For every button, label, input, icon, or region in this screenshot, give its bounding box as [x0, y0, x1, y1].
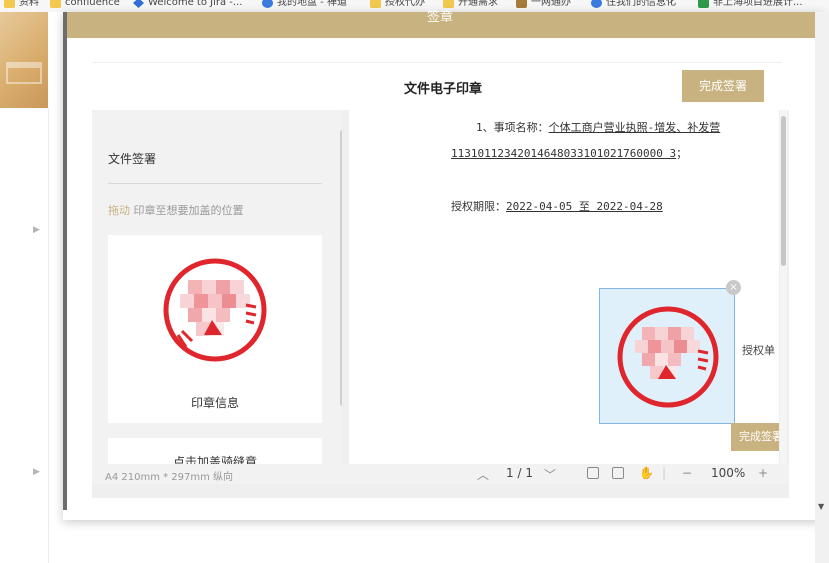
document-line: 11310112342014648033101021760000 3； [451, 147, 688, 160]
bookmark-item[interactable]: 一网通办 [516, 0, 571, 9]
document-side-text: 授权单 [742, 344, 775, 357]
scroll-down-icon[interactable]: ▼ [818, 502, 824, 511]
divider [108, 183, 322, 184]
signing-sidepanel: 文件签署 拖动 印章至想要加盖的位置 印章信息 点击加盖骑缝章 [92, 110, 342, 464]
modal-frame-left [63, 38, 67, 510]
folder-icon [370, 0, 381, 8]
scrollbar-thumb[interactable] [781, 116, 786, 266]
drag-hint: 拖动 印章至想要加盖的位置 [108, 204, 244, 217]
finish-signing-small-button[interactable]: 完成签署 [731, 423, 779, 451]
page-scrollbar[interactable]: ▼ [815, 12, 829, 563]
fit-page-icon[interactable] [612, 467, 624, 479]
placed-seal[interactable] [599, 288, 735, 424]
chevron-right-icon[interactable]: ▶ [33, 467, 40, 477]
toolbar-separator: | [662, 466, 667, 480]
globe-icon [591, 0, 602, 8]
document-line: 1、事项名称：个体工商户营业执照-增发、补发营 [476, 121, 721, 134]
bookmark-item[interactable]: 住我们的信息化 [591, 0, 676, 9]
document-page: 1、事项名称：个体工商户营业执照-增发、补发营 1131011234201464… [349, 110, 779, 464]
background-banner-image [0, 12, 48, 108]
bookmark-item[interactable]: 资料 [4, 0, 39, 9]
fit-width-icon[interactable] [587, 467, 599, 479]
seal-card[interactable]: 印章信息 [108, 235, 322, 423]
globe-icon [262, 0, 273, 8]
modal-header: 签章 [63, 10, 823, 38]
bookmark-item[interactable]: 授权代办 [370, 0, 425, 9]
page-indicator: 1 / 1 [506, 466, 533, 480]
zoom-in-icon[interactable]: + [758, 466, 768, 480]
seal-card-label: 印章信息 [190, 396, 239, 410]
sidepanel-scrollbar[interactable] [340, 130, 342, 406]
chevron-down-icon[interactable]: ﹀ [544, 466, 556, 483]
paper-size-label: A4 210mm * 297mm 纵向 [105, 472, 234, 483]
remove-seal-icon[interactable]: × [726, 280, 741, 295]
seal-image [617, 306, 719, 408]
bookmark-item[interactable]: 非上海项目进展计... [698, 0, 803, 9]
bookmark-item[interactable]: 我的地盘 - 禅道 [262, 0, 347, 9]
chevron-up-icon[interactable]: ︿ [477, 466, 489, 483]
viewer-toolbar: A4 210mm * 297mm 纵向 ︿ 1 / 1 ﹀ ✋ | − 100%… [92, 464, 789, 484]
document-line: 授权期限：2022-04-05 至 2022-04-28 [451, 200, 663, 213]
zoom-level: 100% [711, 466, 746, 480]
zoom-out-icon[interactable]: − [682, 466, 692, 480]
stitch-seal-label: 点击加盖骑缝章 [172, 455, 257, 464]
modal-header-title: 签章 [427, 10, 454, 25]
add-stitch-seal-button[interactable]: 点击加盖骑缝章 [108, 438, 322, 464]
finish-signing-button[interactable]: 完成签署 [682, 70, 764, 102]
car-icon [516, 0, 527, 8]
bookmark-item[interactable]: Welcome to Jira -... [133, 0, 242, 9]
document-viewer: 文件签署 拖动 印章至想要加盖的位置 印章信息 点击加盖骑缝章 1、事项名称：个… [92, 110, 789, 498]
folder-icon [50, 0, 61, 8]
hand-tool-icon[interactable]: ✋ [639, 466, 654, 480]
folder-icon [4, 0, 15, 8]
bookmarks-bar: 资料 confluence Welcome to Jira -... 我的地盘 … [0, 0, 829, 12]
sidepanel-title: 文件签署 [108, 152, 157, 166]
document-scrollbar[interactable] [780, 110, 787, 464]
sign-modal: 签章 文件电子印章 完成签署 文件签署 拖动 印章至想要加盖的位置 印章信息 点… [63, 10, 823, 520]
jira-icon [133, 0, 144, 8]
divider [92, 62, 782, 63]
chevron-right-icon[interactable]: ▶ [33, 225, 40, 235]
seal-image[interactable] [108, 235, 322, 385]
grid-icon [698, 0, 709, 8]
background-divider [48, 108, 49, 563]
bookmark-item[interactable]: confluence [50, 0, 120, 9]
